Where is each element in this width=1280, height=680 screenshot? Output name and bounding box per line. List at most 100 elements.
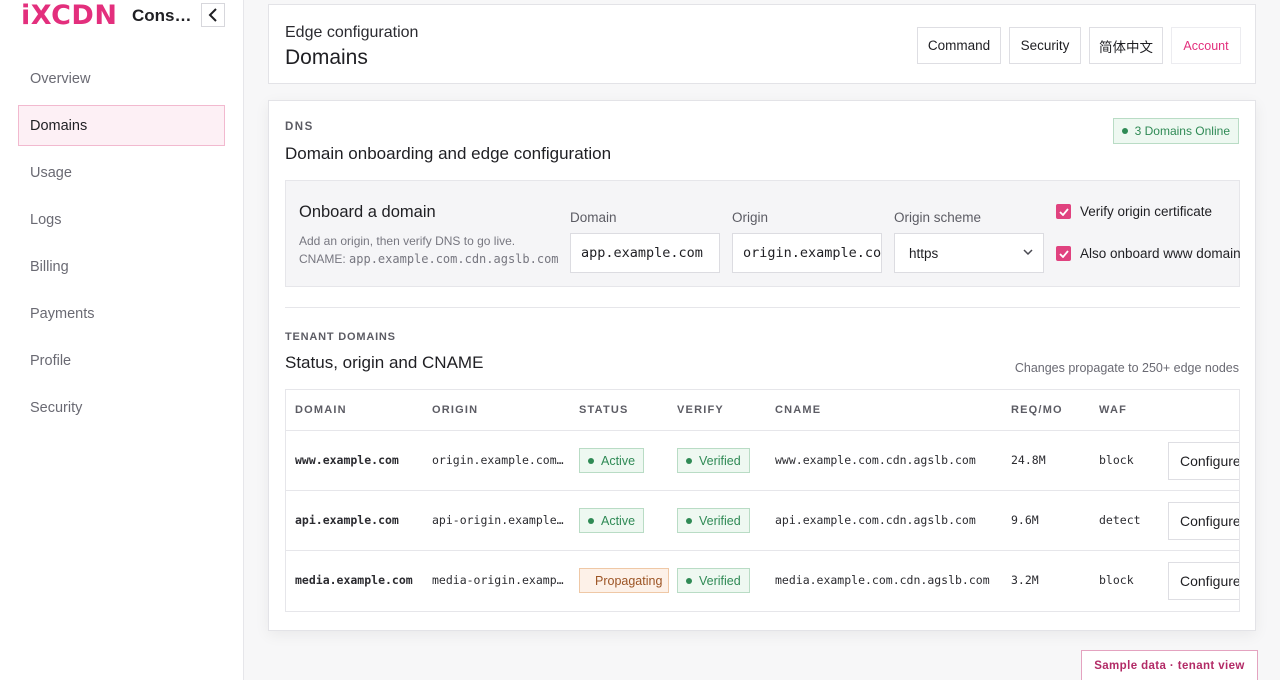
cell-req: 24.8M: [1011, 453, 1046, 467]
cname-value: app.example.com.cdn.agslb.com: [349, 252, 559, 266]
checkmark-icon: [1058, 207, 1069, 216]
origin-input[interactable]: origin.example.co: [732, 233, 882, 273]
sidebar-item-profile[interactable]: Profile: [18, 340, 225, 381]
onboard-title: Onboard a domain: [299, 203, 436, 221]
sidebar-item-label: Payments: [30, 305, 95, 322]
dns-panel: DNS Domain onboarding and edge configura…: [268, 100, 1256, 631]
section-eyebrow: DNS: [285, 121, 314, 133]
page-eyebrow: Edge configuration: [285, 24, 419, 41]
tenant-eyebrow: TENANT DOMAINS: [285, 331, 396, 343]
cell-domain: www.example.com: [295, 453, 399, 467]
section-title: Domain onboarding and edge configuration: [285, 144, 612, 163]
www-domain-label: Also onboard www domain: [1080, 246, 1241, 261]
sidebar-item-security[interactable]: Security: [18, 387, 225, 428]
logo-text: iXCDN: [21, 0, 118, 31]
cell-origin: api-origin.example…: [432, 513, 564, 527]
command-button[interactable]: Command: [917, 27, 1001, 64]
status-dot-icon: [686, 517, 692, 524]
table-row: media.example.com media-origin.examp… Pr…: [286, 551, 1239, 611]
status-dot-icon: [1121, 128, 1128, 134]
cell-waf: block: [1099, 453, 1134, 467]
sidebar-item-label: Security: [30, 399, 83, 416]
sidebar: iXCDN Cons… Overview Domains Usage Logs …: [0, 0, 244, 680]
status-dot-icon: [686, 577, 692, 584]
column-header-req[interactable]: REQ/MO: [1011, 404, 1063, 416]
onboard-cname: CNAME: app.example.com.cdn.agslb.com: [299, 250, 559, 268]
origin-scheme-select[interactable]: https: [894, 233, 1044, 273]
verify-label: Verified: [699, 453, 741, 468]
status-badge: Active: [579, 448, 645, 473]
column-header-waf[interactable]: WAF: [1099, 404, 1127, 416]
page-title: Domains: [285, 46, 368, 69]
cell-domain: api.example.com: [295, 513, 399, 527]
sidebar-item-payments[interactable]: Payments: [18, 293, 225, 334]
verify-cert-label: Verify origin certificate: [1080, 204, 1213, 219]
www-domain-option[interactable]: Also onboard www domain: [1056, 246, 1241, 261]
checkmark-icon: [1058, 249, 1069, 258]
status-badge: Propagating: [579, 568, 669, 593]
cell-cname: api.example.com.cdn.agslb.com: [775, 513, 976, 527]
origin-scheme-value: https: [909, 245, 939, 261]
divider: [285, 307, 1240, 308]
status-label: Propagating: [595, 573, 663, 588]
cell-req: 3.2M: [1011, 573, 1039, 587]
configure-button[interactable]: Configure: [1168, 442, 1239, 480]
verify-label: Verified: [699, 513, 741, 528]
status-label: Active: [601, 513, 636, 528]
cell-domain: media.example.com: [295, 573, 413, 587]
www-domain-checkbox[interactable]: [1056, 246, 1071, 261]
verify-badge: Verified: [677, 448, 750, 473]
app-title: Cons…: [132, 6, 192, 25]
status-dot-icon: [588, 457, 594, 464]
security-button[interactable]: Security: [1009, 27, 1081, 64]
configure-button[interactable]: Configure: [1168, 562, 1239, 600]
cell-req: 9.6M: [1011, 513, 1039, 527]
status-dot-icon: [686, 457, 692, 464]
configure-button[interactable]: Configure: [1168, 502, 1239, 540]
column-header-origin[interactable]: ORIGIN: [432, 404, 478, 416]
brand-logo[interactable]: iXCDN: [21, 0, 118, 31]
sidebar-item-label: Profile: [30, 352, 72, 369]
domain-input[interactable]: app.example.com: [570, 233, 720, 273]
sidebar-item-billing[interactable]: Billing: [18, 246, 225, 287]
cname-label: CNAME:: [299, 252, 346, 266]
collapse-sidebar-button[interactable]: [201, 3, 225, 27]
sidebar-item-usage[interactable]: Usage: [18, 152, 225, 193]
sample-data-tag: Sample data · tenant view: [1081, 650, 1258, 680]
column-header-cname[interactable]: CNAME: [775, 404, 821, 416]
cell-waf: detect: [1099, 513, 1141, 527]
sidebar-item-label: Usage: [30, 164, 72, 181]
onboard-form: Onboard a domain Add an origin, then ver…: [285, 180, 1241, 287]
sidebar-item-label: Billing: [30, 258, 69, 275]
sidebar-item-overview[interactable]: Overview: [18, 58, 225, 99]
account-button[interactable]: Account: [1171, 27, 1241, 64]
page-header: Edge configuration Domains Command Secur…: [268, 4, 1256, 84]
domain-label: Domain: [570, 210, 617, 225]
sidebar-item-label: Logs: [30, 211, 62, 228]
cell-cname: media.example.com.cdn.agslb.com: [775, 573, 990, 587]
verify-cert-checkbox[interactable]: [1056, 204, 1071, 219]
tenant-title: Status, origin and CNAME: [285, 353, 484, 372]
cell-origin: origin.example.com…: [432, 453, 564, 467]
propagate-note: Changes propagate to 250+ edge nodes: [1014, 361, 1239, 375]
verify-cert-option[interactable]: Verify origin certificate: [1056, 204, 1212, 219]
sidebar-item-domains[interactable]: Domains: [18, 105, 225, 146]
status-label: Active: [601, 453, 636, 468]
verify-badge: Verified: [677, 568, 750, 593]
origin-scheme-label: Origin scheme: [894, 210, 982, 225]
cell-waf: block: [1099, 573, 1134, 587]
sidebar-item-label: Domains: [30, 117, 88, 134]
column-header-verify[interactable]: VERIFY: [677, 404, 724, 416]
sidebar-item-logs[interactable]: Logs: [18, 199, 225, 240]
column-header-status[interactable]: STATUS: [579, 404, 629, 416]
column-header-domain[interactable]: DOMAIN: [295, 404, 347, 416]
origin-label: Origin: [732, 210, 769, 225]
cell-cname: www.example.com.cdn.agslb.com: [775, 453, 976, 467]
language-button[interactable]: 简体中文: [1089, 27, 1163, 64]
status-badge: Active: [579, 508, 645, 533]
badge-label: 3 Domains Online: [1134, 124, 1230, 138]
table-row: www.example.com origin.example.com… Acti…: [286, 431, 1239, 491]
onboard-subtitle: Add an origin, then verify DNS to go liv…: [299, 232, 559, 268]
verify-label: Verified: [699, 573, 741, 588]
verify-badge: Verified: [677, 508, 750, 533]
